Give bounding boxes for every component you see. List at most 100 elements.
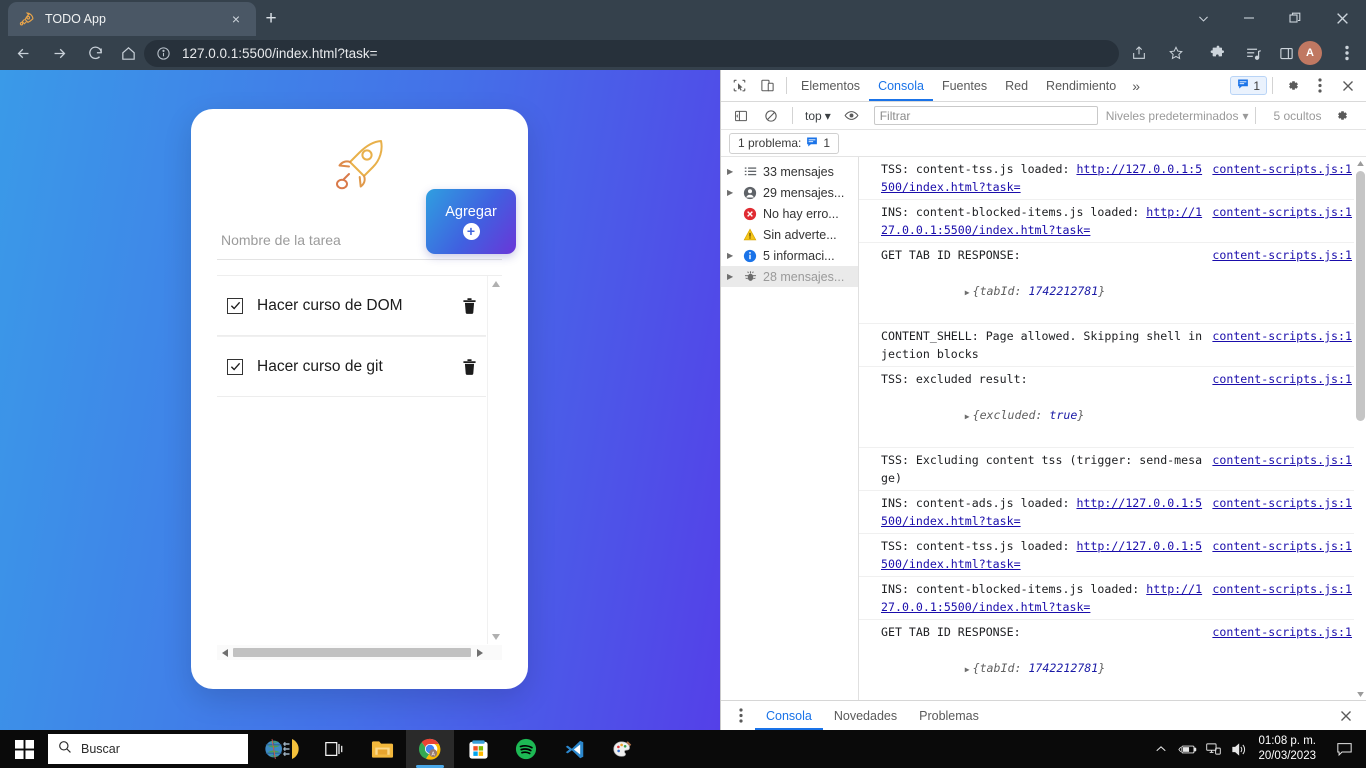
console-log-row[interactable]: GET TAB ID RESPONSE: ▶ {tabId: 1742212781… xyxy=(859,620,1366,700)
sidebar-item-errors[interactable]: No hay erro... xyxy=(721,203,858,224)
more-tabs-icon[interactable]: » xyxy=(1125,78,1147,94)
address-bar[interactable]: 127.0.0.1:5500/index.html?task= xyxy=(144,40,1119,67)
tab-red[interactable]: Red xyxy=(996,70,1037,101)
execution-context-selector[interactable]: top ▾ xyxy=(800,109,836,123)
task-checkbox-checked-icon[interactable] xyxy=(227,358,243,375)
task-checkbox-checked-icon[interactable] xyxy=(227,297,243,314)
scroll-left-arrow-icon[interactable] xyxy=(217,645,232,660)
profile-avatar[interactable]: A xyxy=(1298,41,1322,65)
home-button[interactable] xyxy=(111,36,145,70)
console-log-row[interactable]: INS: content-blocked-items.js loaded: ht… xyxy=(859,577,1366,620)
notification-center-icon[interactable] xyxy=(1326,730,1362,768)
log-source-link[interactable]: content-scripts.js:1 xyxy=(1212,327,1352,345)
expand-object-triangle-icon[interactable]: ▶ xyxy=(965,412,970,421)
window-close-button[interactable] xyxy=(1318,0,1366,36)
new-tab-button[interactable]: + xyxy=(258,6,284,32)
console-settings-gear-icon[interactable] xyxy=(1328,103,1356,129)
sidebar-item-warnings[interactable]: Sin adverte... xyxy=(721,224,858,245)
console-log-list[interactable]: TSS: content-tss.js loaded: http://127.0… xyxy=(859,157,1366,700)
tab-consola[interactable]: Consola xyxy=(869,70,933,101)
trash-icon[interactable] xyxy=(458,358,480,376)
taskbar-file-explorer-button[interactable] xyxy=(358,730,406,768)
sidebar-item-user-messages[interactable]: ▶ 29 mensajes... xyxy=(721,182,858,203)
log-source-link[interactable]: content-scripts.js:1 xyxy=(1212,623,1352,641)
expand-triangle-icon[interactable]: ▶ xyxy=(727,167,737,176)
console-scrollbar[interactable] xyxy=(1354,157,1366,700)
drawer-tab-consola[interactable]: Consola xyxy=(755,701,823,730)
task-list-vertical-scrollbar[interactable] xyxy=(487,276,502,644)
log-source-link[interactable]: content-scripts.js:1 xyxy=(1212,203,1352,221)
console-log-row[interactable]: GET TAB ID RESPONSE: ▶ {tabId: 1742212781… xyxy=(859,243,1366,324)
taskbar-task-view-button[interactable] xyxy=(310,730,358,768)
console-scroll-down-icon[interactable] xyxy=(1355,688,1365,700)
back-button[interactable] xyxy=(6,36,40,70)
log-source-link[interactable]: content-scripts.js:1 xyxy=(1212,160,1352,178)
tab-search-chevron-icon[interactable] xyxy=(1180,0,1226,36)
browser-tab[interactable]: TODO App × xyxy=(8,2,256,36)
log-source-link[interactable]: content-scripts.js:1 xyxy=(1212,580,1352,598)
problem-count-chip[interactable]: 1 problema: 1 xyxy=(729,132,840,154)
console-scroll-up-icon[interactable] xyxy=(1355,157,1365,169)
drawer-tab-novedades[interactable]: Novedades xyxy=(823,701,908,730)
horizontal-scroll-thumb[interactable] xyxy=(233,648,471,657)
taskbar-paint-button[interactable] xyxy=(598,730,646,768)
taskbar-clock[interactable]: 01:08 p. m. 20/03/2023 xyxy=(1252,734,1326,764)
network-icon[interactable] xyxy=(1200,730,1226,768)
reload-button[interactable] xyxy=(78,36,112,70)
sidebar-item-all-messages[interactable]: ▶ 33 mensajes xyxy=(721,161,858,182)
expand-triangle-icon[interactable]: ▶ xyxy=(727,188,737,197)
taskbar-vscode-button[interactable] xyxy=(550,730,598,768)
taskbar-search-box[interactable]: Buscar xyxy=(48,734,248,764)
expand-object-triangle-icon[interactable]: ▶ xyxy=(965,288,970,297)
forward-button[interactable] xyxy=(42,36,76,70)
taskbar-microsoft-store-button[interactable] xyxy=(454,730,502,768)
task-list-horizontal-scrollbar[interactable] xyxy=(217,645,487,660)
side-panel-icon[interactable] xyxy=(1271,38,1301,68)
reading-list-icon[interactable] xyxy=(1238,38,1268,68)
log-source-link[interactable]: content-scripts.js:1 xyxy=(1212,451,1352,469)
tab-rendimiento[interactable]: Rendimiento xyxy=(1037,70,1125,101)
scroll-right-arrow-icon[interactable] xyxy=(472,645,487,660)
tab-elementos[interactable]: Elementos xyxy=(792,70,869,101)
console-log-row[interactable]: TSS: content-tss.js loaded: http://127.0… xyxy=(859,157,1366,200)
taskbar-chrome-button[interactable]: A xyxy=(406,730,454,768)
sidebar-item-info[interactable]: ▶ 5 informaci... xyxy=(721,245,858,266)
expand-triangle-icon[interactable]: ▶ xyxy=(727,251,737,260)
gear-icon[interactable] xyxy=(1278,73,1306,99)
console-sidebar-toggle-icon[interactable] xyxy=(727,103,755,129)
add-task-button[interactable]: Agregar + xyxy=(426,189,516,254)
devtools-close-icon[interactable] xyxy=(1334,73,1362,99)
task-item[interactable]: Hacer curso de git xyxy=(217,337,486,397)
window-maximize-button[interactable] xyxy=(1272,0,1318,36)
site-info-icon[interactable] xyxy=(156,46,172,62)
drawer-close-icon[interactable] xyxy=(1332,703,1360,729)
chevron-up-icon[interactable] xyxy=(1148,730,1174,768)
star-icon[interactable] xyxy=(1161,38,1191,68)
task-item[interactable]: Hacer curso de DOM xyxy=(217,276,486,336)
chrome-menu-kebab-icon[interactable] xyxy=(1332,38,1362,68)
console-log-row[interactable]: INS: content-blocked-items.js loaded: ht… xyxy=(859,200,1366,243)
drawer-tab-problemas[interactable]: Problemas xyxy=(908,701,990,730)
console-log-row[interactable]: TSS: Excluding content tss (trigger: sen… xyxy=(859,448,1366,491)
console-log-row[interactable]: TSS: content-tss.js loaded: http://127.0… xyxy=(859,534,1366,577)
taskbar-weather-widget[interactable] xyxy=(254,730,310,768)
sidebar-item-verbose[interactable]: ▶ 28 mensajes... xyxy=(721,266,858,287)
log-source-link[interactable]: content-scripts.js:1 xyxy=(1212,246,1352,264)
window-minimize-button[interactable] xyxy=(1226,0,1272,36)
trash-icon[interactable] xyxy=(458,297,480,315)
volume-icon[interactable] xyxy=(1226,730,1252,768)
console-scroll-thumb[interactable] xyxy=(1356,171,1365,421)
share-icon[interactable] xyxy=(1124,38,1154,68)
devtools-kebab-icon[interactable] xyxy=(1306,73,1334,99)
taskbar-spotify-button[interactable] xyxy=(502,730,550,768)
console-log-row[interactable]: CONTENT_SHELL: Page allowed. Skipping sh… xyxy=(859,324,1366,367)
console-log-row[interactable]: INS: content-ads.js loaded: http://127.0… xyxy=(859,491,1366,534)
scroll-up-arrow-icon[interactable] xyxy=(488,276,503,291)
issues-badge[interactable]: 1 xyxy=(1230,76,1267,95)
log-levels-selector[interactable]: Niveles predeterminados ▾ xyxy=(1106,109,1249,123)
log-source-link[interactable]: content-scripts.js:1 xyxy=(1212,537,1352,555)
extensions-puzzle-icon[interactable] xyxy=(1203,38,1233,68)
live-expression-eye-icon[interactable] xyxy=(838,103,866,129)
console-log-row[interactable]: TSS: excluded result: ▶ {excluded: true} … xyxy=(859,367,1366,448)
clear-console-icon[interactable] xyxy=(757,103,785,129)
